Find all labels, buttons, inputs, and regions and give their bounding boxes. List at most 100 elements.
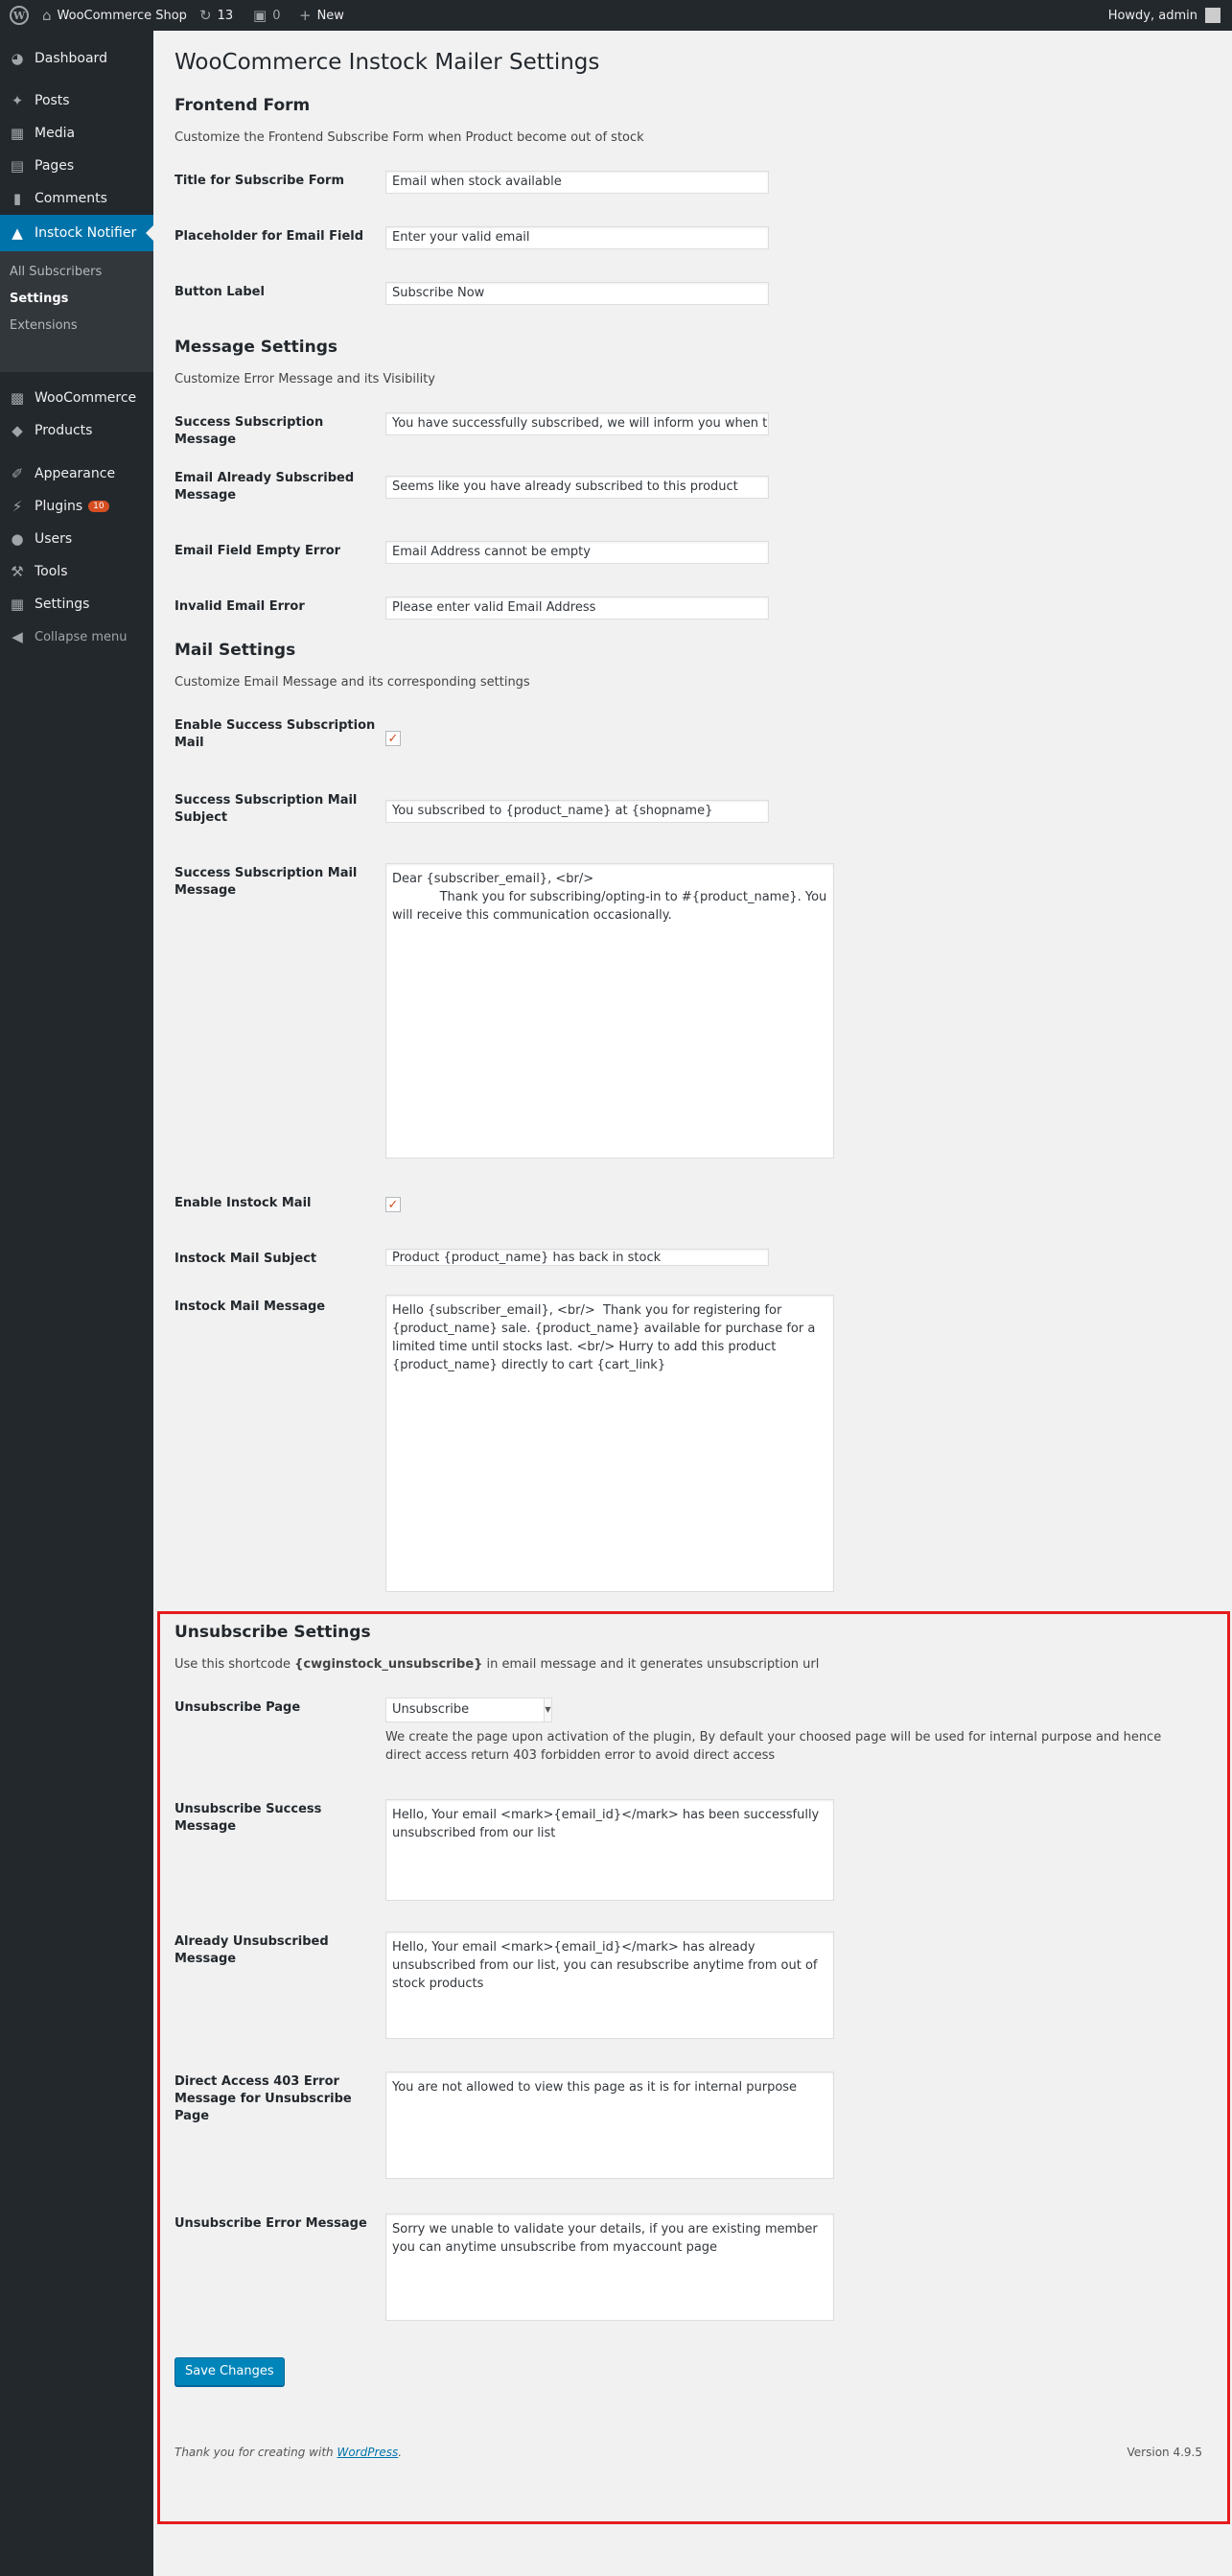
subscribe-title-field[interactable]: Email when stock available <box>385 171 769 194</box>
submenu-all-subscribers[interactable]: All Subscribers <box>10 265 102 279</box>
button-label-field[interactable]: Subscribe Now <box>385 282 769 305</box>
field-label: Unsubscribe Error Message <box>174 2216 367 2231</box>
site-name-link[interactable]: ⌂ WooCommerce Shop <box>42 0 187 31</box>
field-label: Invalid Email Error <box>174 599 305 614</box>
admin-sidebar: ◕ Dashboard ✦ Posts ▦ Media ▤ Pages ▮ Co… <box>0 31 153 2576</box>
email-placeholder-field[interactable]: Enter your valid email <box>385 226 769 249</box>
empty-error-field[interactable]: Email Address cannot be empty <box>385 541 769 564</box>
menu-comments[interactable]: ▮ Comments <box>0 182 153 215</box>
menu-label: Instock Notifier <box>35 225 137 241</box>
comment-bubble-icon: ▣ <box>253 7 267 24</box>
submenu-extensions[interactable]: Extensions <box>10 318 78 333</box>
menu-appearance[interactable]: ✐ Appearance <box>0 457 153 490</box>
menu-instock-notifier[interactable]: ▲ Instock Notifier <box>0 215 153 251</box>
menu-label: WooCommerce <box>35 390 137 406</box>
save-changes-button[interactable]: Save Changes <box>174 2357 285 2386</box>
wordpress-link[interactable]: WordPress <box>337 2446 398 2459</box>
section-desc-frontend: Customize the Frontend Subscribe Form wh… <box>174 130 644 145</box>
comments-link[interactable]: ▣ 0 <box>253 0 280 31</box>
collapse-icon: ◀ <box>12 628 23 645</box>
unsubscribe-page-select[interactable]: Unsubscribe ▼ <box>385 1698 552 1722</box>
success-mail-subject-field[interactable]: You subscribed to {product_name} at {sho… <box>385 800 769 823</box>
menu-label: Pages <box>35 158 75 174</box>
menu-plugins[interactable]: ⚡ Plugins 10 <box>0 490 153 523</box>
menu-woocommerce[interactable]: ▩ WooCommerce <box>0 382 153 414</box>
page-title: WooCommerce Instock Mailer Settings <box>174 50 600 75</box>
collapse-menu-button[interactable]: ◀ Collapse menu <box>0 621 153 653</box>
menu-label: Dashboard <box>35 51 107 66</box>
menu-media[interactable]: ▦ Media <box>0 117 153 150</box>
footer-thanks: Thank you for creating with WordPress. <box>174 2446 402 2459</box>
unsubscribe-success-textarea[interactable]: Hello, Your email <mark>{email_id}</mark… <box>385 1799 834 1901</box>
wordpress-logo-icon: W <box>10 6 29 25</box>
field-label: Success Subscription Mail Message <box>174 866 358 898</box>
plugins-update-badge: 10 <box>88 501 109 512</box>
home-icon: ⌂ <box>42 7 52 24</box>
field-label: Direct Access 403 Error Message for Unsu… <box>174 2074 352 2123</box>
section-heading-frontend: Frontend Form <box>174 96 311 115</box>
pin-icon: ✦ <box>11 92 24 109</box>
field-label: Instock Mail Message <box>174 1300 326 1314</box>
site-name: WooCommerce Shop <box>57 8 187 23</box>
menu-label: Users <box>35 531 73 547</box>
section-heading-message: Message Settings <box>174 338 338 357</box>
menu-dashboard[interactable]: ◕ Dashboard <box>0 42 153 75</box>
updates-link[interactable]: ↻ 13 <box>199 0 233 31</box>
success-message-field[interactable]: You have successfully subscribed, we wil… <box>385 412 769 435</box>
avatar <box>1205 8 1220 23</box>
already-unsubscribed-textarea[interactable]: Hello, Your email <mark>{email_id}</mark… <box>385 1932 834 2039</box>
new-label: New <box>316 8 344 23</box>
field-label: Success Subscription Mail Subject <box>174 793 358 825</box>
field-label: Button Label <box>174 285 265 299</box>
menu-label: Comments <box>35 191 107 206</box>
menu-users[interactable]: ● Users <box>0 523 153 555</box>
menu-products[interactable]: ◆ Products <box>0 414 153 447</box>
field-label: Enable Instock Mail <box>174 1196 312 1210</box>
checkmark-icon: ✓ <box>387 731 399 746</box>
direct-access-error-textarea[interactable]: You are not allowed to view this page as… <box>385 2072 834 2179</box>
menu-label: Posts <box>35 93 70 108</box>
wordpress-logo-button[interactable]: W <box>10 0 29 31</box>
menu-label: Media <box>35 126 76 141</box>
media-icon: ▦ <box>10 125 25 142</box>
footer-text: . <box>398 2446 403 2459</box>
field-label: Enable Success Subscription Mail <box>174 718 376 750</box>
account-menu[interactable]: Howdy, admin <box>1108 0 1220 31</box>
section-heading-unsubscribe: Unsubscribe Settings <box>174 1623 371 1642</box>
desc-text: Use this shortcode <box>174 1657 295 1672</box>
menu-settings[interactable]: ▦ Settings <box>0 588 153 621</box>
version-text: Version 4.9.5 <box>1127 2446 1202 2459</box>
field-label: Instock Mail Subject <box>174 1252 317 1266</box>
instock-mail-subject-field[interactable]: Product {product_name} has back in stock <box>385 1249 769 1266</box>
enable-instock-mail-checkbox[interactable]: ✓ <box>385 1197 401 1212</box>
updates-icon: ↻ <box>199 7 212 24</box>
menu-label: Plugins <box>35 499 83 514</box>
chevron-down-icon: ▼ <box>544 1698 551 1721</box>
enable-success-mail-checkbox[interactable]: ✓ <box>385 731 401 746</box>
field-label: Unsubscribe Success Message <box>174 1802 322 1834</box>
menu-posts[interactable]: ✦ Posts <box>0 84 153 117</box>
desc-text: in email message and it generates unsubs… <box>482 1657 820 1672</box>
invalid-email-field[interactable]: Please enter valid Email Address <box>385 597 769 620</box>
submenu-settings[interactable]: Settings <box>10 292 68 306</box>
comments-count: 0 <box>272 8 281 23</box>
comment-icon: ▮ <box>12 190 22 207</box>
success-mail-message-textarea[interactable]: Dear {subscriber_email}, <br/> Thank you… <box>385 863 834 1159</box>
field-label: Unsubscribe Page <box>174 1700 301 1715</box>
already-subscribed-field[interactable]: Seems like you have already subscribed t… <box>385 476 769 499</box>
instock-submenu: All Subscribers Settings Extensions <box>0 251 153 372</box>
menu-pages[interactable]: ▤ Pages <box>0 150 153 182</box>
howdy-text: Howdy, admin <box>1107 8 1197 23</box>
menu-tools[interactable]: ⚒ Tools <box>0 555 153 588</box>
menu-label: Collapse menu <box>35 629 128 644</box>
brush-icon: ✐ <box>11 465 24 482</box>
unsubscribe-error-textarea[interactable]: Sorry we unable to validate your details… <box>385 2213 834 2321</box>
shortcode-text: {cwginstock_unsubscribe} <box>294 1657 483 1672</box>
plus-icon: + <box>299 7 312 24</box>
updates-count: 13 <box>217 8 234 23</box>
instock-mail-message-textarea[interactable]: Hello {subscriber_email}, <br/> Thank yo… <box>385 1295 834 1592</box>
menu-label: Settings <box>35 597 90 612</box>
field-label: Placeholder for Email Field <box>174 229 364 244</box>
bank-icon: ▲ <box>12 224 23 242</box>
new-content-link[interactable]: + New <box>299 0 344 31</box>
